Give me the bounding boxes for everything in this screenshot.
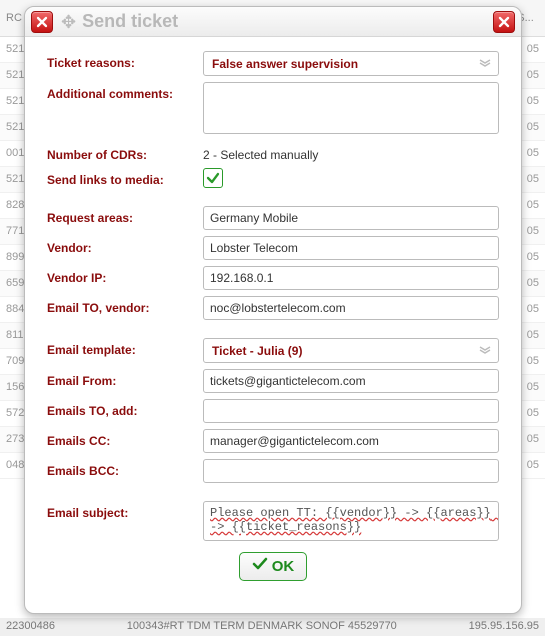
send-links-label: Send links to media: xyxy=(47,168,203,187)
emails-bcc-label: Emails BCC: xyxy=(47,459,203,478)
bg-footer-mid: 100343#RT TDM TERM DENMARK SONOF 4552977… xyxy=(127,620,397,634)
vendor-ip-input[interactable] xyxy=(203,266,499,290)
check-icon xyxy=(206,171,220,185)
ticket-reasons-value: False answer supervision xyxy=(212,57,358,71)
modal-header[interactable]: ✥ Send ticket xyxy=(25,7,521,37)
ok-button[interactable]: OK xyxy=(239,552,308,581)
request-areas-input[interactable] xyxy=(203,206,499,230)
vendor-label: Vendor: xyxy=(47,236,203,255)
request-areas-label: Request areas: xyxy=(47,206,203,225)
close-button-left[interactable] xyxy=(31,11,53,33)
email-template-value: Ticket - Julia (9) xyxy=(212,344,302,358)
ok-button-label: OK xyxy=(272,558,295,575)
emails-cc-input[interactable] xyxy=(203,429,499,453)
emails-cc-label: Emails CC: xyxy=(47,429,203,448)
email-to-vendor-input[interactable] xyxy=(203,296,499,320)
email-subject-input[interactable] xyxy=(203,501,499,541)
email-template-select[interactable]: Ticket - Julia (9) xyxy=(203,338,499,363)
vendor-ip-label: Vendor IP: xyxy=(47,266,203,285)
emails-to-add-label: Emails TO, add: xyxy=(47,399,203,418)
vendor-input[interactable] xyxy=(203,236,499,260)
close-icon xyxy=(36,16,48,28)
email-template-label: Email template: xyxy=(47,338,203,357)
bg-footer-right: 195.95.156.95 xyxy=(469,620,539,634)
close-button-right[interactable] xyxy=(493,11,515,33)
chevron-down-icon xyxy=(478,344,492,358)
modal-title: Send ticket xyxy=(82,11,493,32)
check-icon xyxy=(252,556,268,577)
ticket-reasons-select[interactable]: False answer supervision xyxy=(203,51,499,76)
additional-comments-input[interactable] xyxy=(203,82,499,134)
emails-to-add-input[interactable] xyxy=(203,399,499,423)
email-subject-label: Email subject: xyxy=(47,501,203,520)
number-of-cdrs-value: 2 - Selected manually xyxy=(203,143,499,162)
email-to-vendor-label: Email TO, vendor: xyxy=(47,296,203,315)
modal-body: Ticket reasons: False answer supervision… xyxy=(25,37,521,591)
send-ticket-modal: ✥ Send ticket Ticket reasons: False answ… xyxy=(24,6,522,614)
bg-footer: 22300486 100343#RT TDM TERM DENMARK SONO… xyxy=(0,618,545,636)
chevron-down-icon xyxy=(478,57,492,71)
move-icon[interactable]: ✥ xyxy=(61,13,76,31)
send-links-checkbox[interactable] xyxy=(203,168,223,188)
email-from-input[interactable] xyxy=(203,369,499,393)
number-of-cdrs-label: Number of CDRs: xyxy=(47,143,203,162)
bg-footer-left: 22300486 xyxy=(6,620,55,634)
emails-bcc-input[interactable] xyxy=(203,459,499,483)
ticket-reasons-label: Ticket reasons: xyxy=(47,51,203,70)
email-from-label: Email From: xyxy=(47,369,203,388)
close-icon xyxy=(498,16,510,28)
additional-comments-label: Additional comments: xyxy=(47,82,203,101)
